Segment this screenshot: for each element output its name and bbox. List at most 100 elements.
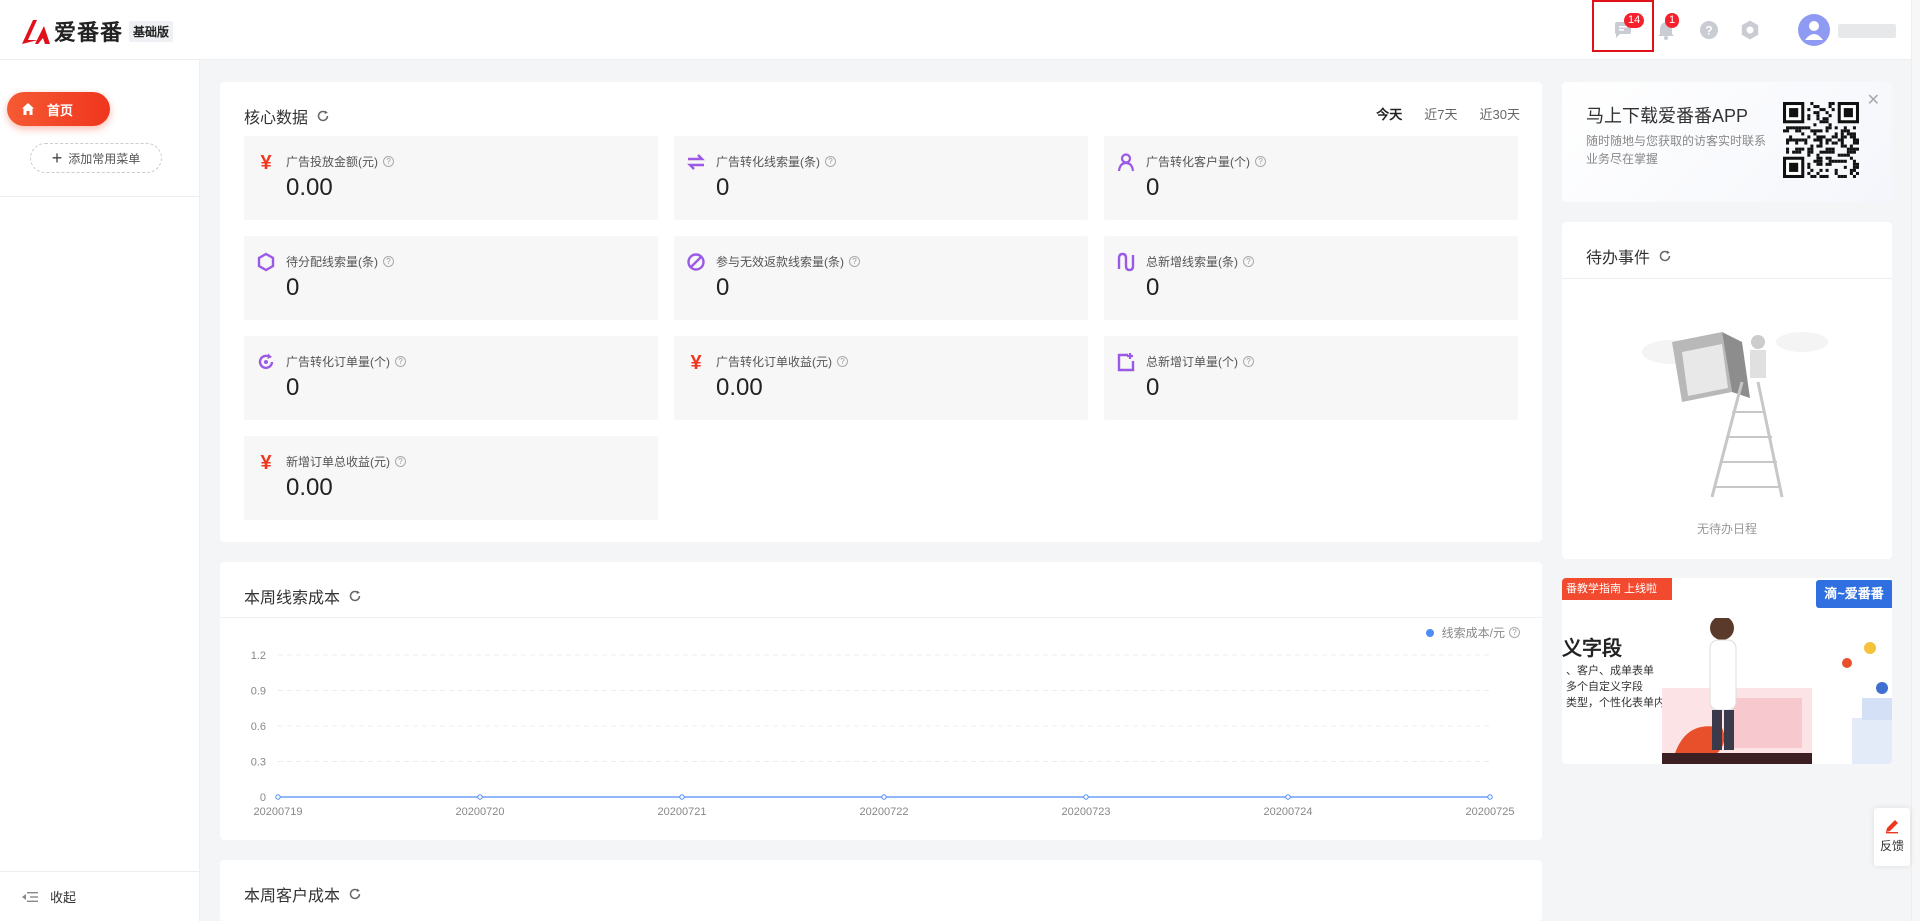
stat-label: 待分配线索量(条) [286,255,378,269]
logo-text: 爱番番 [54,20,124,45]
data-point[interactable] [275,794,281,800]
feedback-label: 反馈 [1879,839,1904,853]
edition-badge: 基础版 [129,20,174,42]
stat-unassigned-leads[interactable]: 待分配线索量(条)? 0 [244,236,658,320]
forbidden-icon [687,253,705,271]
app-download-card: 马上下载爱番番APP 随时随地与您获取的访客实时联系业务尽在掌握 ✕ [1562,82,1892,202]
banner-title: 义字段 [1562,638,1622,660]
svg-text:¥: ¥ [690,352,702,372]
new-order-icon [1117,353,1135,372]
stat-ad-leads[interactable]: 广告转化线索量(条)? 0 [674,136,1088,220]
banner-line: 类型，个性化表单内容 [1566,697,1676,709]
stat-ad-spend[interactable]: ¥ 广告投放金额(元)? 0.00 [244,136,658,220]
stat-label: 广告投放金额(元) [286,155,378,169]
help-icon[interactable]: ? [383,156,394,167]
stat-ad-orders[interactable]: 广告转化订单量(个)? 0 [244,336,658,420]
help-icon[interactable]: ? [383,256,394,267]
help-icon[interactable]: ? [837,356,848,367]
banner-lines: 、客户、成单表单 多个自定义字段 类型，个性化表单内容 [1566,663,1676,711]
stat-ad-order-revenue[interactable]: ¥ 广告转化订单收益(元)? 0.00 [674,336,1088,420]
y-tick-label: 0.9 [251,686,266,698]
tab-last-7-days[interactable]: 近7天 [1424,104,1457,123]
help-icon[interactable]: ? [825,156,836,167]
help-icon[interactable]: ? [395,356,406,367]
sidebar-item-home[interactable]: 首页 [7,92,110,126]
help-icon[interactable]: ? [849,256,860,267]
page-scrollbar[interactable] [1911,0,1920,921]
refresh-icon[interactable] [316,109,330,123]
username-blurred[interactable] [1838,24,1896,38]
promo-banner[interactable]: 番教学指南 上线啦 滴~爱番番 义字段 、客户、成单表单 多个自定义字段 类型，… [1562,578,1892,764]
empty-illustration [1642,332,1828,498]
data-point[interactable] [477,794,483,800]
pencil-icon [1886,820,1898,834]
stat-value: 0 [1146,174,1160,201]
stat-value: 0 [1146,374,1160,401]
add-common-menu-button[interactable]: + 添加常用菜单 [30,143,162,173]
logo[interactable]: 爱番番 基础版 [20,15,174,47]
user-avatar[interactable] [1798,14,1830,46]
x-tick-label: 20200721 [658,806,707,818]
stat-invalid-refund-leads[interactable]: 参与无效返款线索量(条)? 0 [674,236,1088,320]
stat-label: 广告转化客户量(个) [1146,155,1250,169]
empty-todo-text: 无待办日程 [1696,522,1757,536]
avatar-person-icon [1805,21,1823,40]
stat-value: 0.00 [716,374,763,401]
stat-total-new-leads[interactable]: 总新增线索量(条)? 0 [1104,236,1518,320]
range-tabs: 今天 近7天 近30天 [1376,104,1520,123]
feedback-button[interactable]: 反馈 [1874,808,1910,866]
stat-total-new-orders[interactable]: 总新增订单量(个)? 0 [1104,336,1518,420]
help-icon[interactable]: ? [1243,356,1254,367]
banner-tag: 番教学指南 上线啦 [1562,578,1672,600]
weekly-lead-cost-card: 本周线索成本 线索成本/元 ? 1.2 0.9 0.6 0.3 0 20200719 202… [220,562,1542,840]
data-point[interactable] [881,794,887,800]
data-point[interactable] [679,794,685,800]
stat-label: 广告转化订单收益(元) [716,355,832,369]
top-bar: 爱番番 基础版 14 1 ? [0,0,1920,60]
banner-line: 、客户、成单表单 [1566,665,1654,677]
help-icon[interactable]: ? [1243,256,1254,267]
tab-today[interactable]: 今天 [1376,104,1402,123]
help-icon[interactable]: ? [1698,19,1720,41]
help-icon[interactable]: ? [1255,156,1266,167]
stat-ad-customers[interactable]: 广告转化客户量(个)? 0 [1104,136,1518,220]
stat-value: 0 [716,174,730,201]
yuan-icon: ¥ [260,452,272,472]
core-data-title-text: 核心数据 [244,110,309,127]
stat-new-order-revenue[interactable]: ¥ 新增订单总收益(元)? 0.00 [244,436,658,520]
y-tick-label: 0 [260,792,266,804]
stat-value: 0.00 [286,474,333,501]
collapse-sidebar-button[interactable]: 收起 [0,871,200,921]
notification-count-badge: 1 [1665,13,1680,28]
ring-icon [257,252,275,272]
refresh-icon[interactable] [1658,249,1672,263]
data-point[interactable] [1487,794,1493,800]
settings-gear-icon[interactable] [1739,19,1761,41]
logo-icon [22,20,50,44]
exchange-icon [687,154,705,170]
sidebar: 首页 + 添加常用菜单 收起 [0,60,200,921]
banner-corner-tag: 滴~爱番番 [1816,580,1892,608]
collapse-label: 收起 [50,890,77,905]
tab-last-30-days[interactable]: 近30天 [1480,104,1520,123]
stat-label: 广告转化订单量(个) [286,355,390,369]
core-data-card: 核心数据 今天 近7天 近30天 ¥ 广告投放金额(元)? 0.00 广告转化线… [220,82,1542,542]
sidebar-item-label: 首页 [47,102,74,118]
refresh-icon[interactable] [348,887,362,901]
sidebar-divider [0,196,200,197]
data-point[interactable] [1285,794,1291,800]
close-icon[interactable]: ✕ [1867,90,1880,110]
banner-line: 多个自定义字段 [1566,681,1643,693]
help-icon[interactable]: ? [395,456,406,467]
lead-cost-chart[interactable]: 1.2 0.9 0.6 0.3 0 20200719 20200720 20200721 202… [220,562,1542,840]
collapse-icon [22,891,38,902]
yuan-icon: ¥ [690,352,702,372]
x-tick-label: 20200719 [254,806,303,818]
x-tick-label: 20200723 [1062,806,1111,818]
weekly-customer-cost-title: 本周客户成本 [244,882,362,906]
stat-value: 0 [1146,274,1160,301]
x-tick-label: 20200725 [1466,806,1515,818]
yuan-icon: ¥ [260,152,272,172]
x-tick-label: 20200724 [1264,806,1313,818]
data-point[interactable] [1083,794,1089,800]
